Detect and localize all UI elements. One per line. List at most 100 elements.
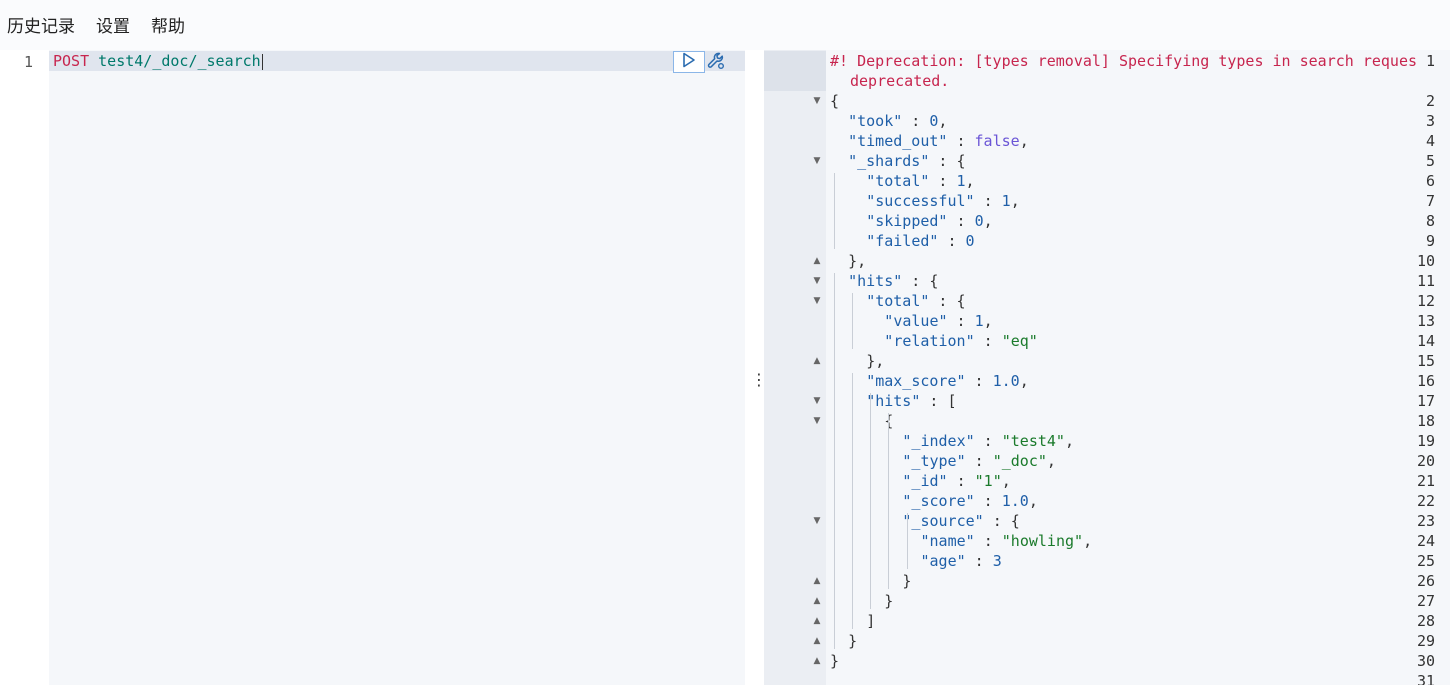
pane-divider[interactable]: ⋮ <box>745 50 767 685</box>
menu-help[interactable]: 帮助 <box>151 16 185 38</box>
response-token: 1 <box>1001 192 1011 210</box>
fold-toggle-icon[interactable]: ▼ <box>812 151 822 171</box>
response-line: "age" : 3 <box>921 551 1002 571</box>
response-token: }, <box>866 352 885 370</box>
fold-toggle-icon[interactable]: ▼ <box>812 291 822 311</box>
response-token: : [ <box>920 392 957 410</box>
request-method: POST <box>53 52 90 70</box>
response-line-number: 24 <box>1416 532 1435 550</box>
response-line-number: 3 <box>1425 112 1435 130</box>
response-line: "_type" : "_doc", <box>902 451 1056 471</box>
response-token: , <box>1064 432 1074 450</box>
response-token: "total" <box>866 172 930 190</box>
unfold-toggle-icon[interactable]: ▲ <box>812 351 822 371</box>
response-token: : { <box>983 512 1020 530</box>
request-actions-button[interactable] <box>705 52 727 74</box>
send-request-button[interactable] <box>673 51 705 73</box>
response-token: "relation" <box>884 332 975 350</box>
response-token: "1" <box>974 472 1002 490</box>
response-line-number: 22 <box>1416 492 1435 510</box>
menu-settings[interactable]: 设置 <box>96 16 130 38</box>
response-token: "total" <box>866 292 930 310</box>
response-token: "took" <box>848 112 903 130</box>
response-line-number: 25 <box>1416 552 1435 570</box>
request-editor[interactable]: 1 POST test4/_doc/_search <box>0 50 745 685</box>
response-line: } <box>902 571 911 591</box>
indent-guide <box>834 173 836 249</box>
unfold-toggle-icon[interactable]: ▲ <box>812 631 822 651</box>
response-token: "eq" <box>1001 332 1038 350</box>
response-token: "successful" <box>866 192 975 210</box>
response-line: "_source" : { <box>902 511 1019 531</box>
response-token: : { <box>929 152 966 170</box>
response-line: "max_score" : 1.0, <box>866 371 1029 391</box>
response-token: "_shards" <box>848 152 930 170</box>
menu-history[interactable]: 历史记录 <box>7 16 75 38</box>
response-line: "_index" : "test4", <box>902 431 1074 451</box>
response-token: } <box>848 632 858 650</box>
response-token: "_id" <box>902 472 948 490</box>
response-line: "timed_out" : false, <box>848 131 1029 151</box>
fold-toggle-icon[interactable]: ▼ <box>812 91 822 111</box>
response-line-number: 29 <box>1416 632 1435 650</box>
response-token: : <box>938 232 966 250</box>
response-output[interactable]: #! Deprecation: [types removal] Specifyi… <box>764 50 1450 685</box>
unfold-toggle-icon[interactable]: ▲ <box>812 591 822 611</box>
indent-guide <box>888 413 890 589</box>
request-line[interactable]: POST test4/_doc/_search <box>53 51 263 71</box>
response-line: "failed" : 0 <box>866 231 974 251</box>
request-editor-area[interactable] <box>49 50 745 685</box>
response-token: : <box>974 492 1002 510</box>
response-token: 3 <box>992 552 1002 570</box>
response-token: : <box>965 552 993 570</box>
response-token: "_index" <box>902 432 975 450</box>
response-token: "failed" <box>866 232 939 250</box>
response-line-number: 2 <box>1425 92 1435 110</box>
response-line-number: 18 <box>1416 412 1435 430</box>
response-line-number: 15 <box>1416 352 1435 370</box>
response-line: }, <box>848 251 866 271</box>
response-line-number: 27 <box>1416 592 1435 610</box>
response-line-number: 23 <box>1416 512 1435 530</box>
response-token: "test4" <box>1001 432 1065 450</box>
indent-guide <box>870 393 872 609</box>
unfold-toggle-icon[interactable]: ▲ <box>812 651 822 671</box>
response-token: : <box>974 532 1002 550</box>
response-line-number: 11 <box>1416 272 1435 290</box>
deprecation-warning-line2: deprecated. <box>850 72 950 90</box>
fold-toggle-icon[interactable]: ▼ <box>812 271 822 291</box>
fold-toggle-icon[interactable]: ▼ <box>812 511 822 531</box>
response-token: , <box>1001 472 1011 490</box>
response-token: false <box>974 132 1020 150</box>
response-token: : <box>947 312 975 330</box>
response-token: : <box>902 112 930 130</box>
response-line: "_score" : 1.0, <box>902 491 1037 511</box>
request-gutter: 1 <box>0 50 49 685</box>
deprecation-warning-line1: #! Deprecation: [types removal] Specifyi… <box>830 52 1417 70</box>
fold-toggle-icon[interactable]: ▼ <box>812 391 822 411</box>
play-icon <box>682 52 696 72</box>
response-token: , <box>1019 372 1029 390</box>
response-token: "_type" <box>902 452 966 470</box>
response-line: "successful" : 1, <box>866 191 1020 211</box>
response-token: , <box>1083 532 1093 550</box>
response-line-number: 1 <box>1425 52 1435 70</box>
unfold-toggle-icon[interactable]: ▲ <box>812 571 822 591</box>
response-token: { <box>830 92 840 110</box>
response-token: "age" <box>920 552 966 570</box>
unfold-toggle-icon[interactable]: ▲ <box>812 251 822 271</box>
response-line: "name" : "howling", <box>921 531 1093 551</box>
response-line-number: 21 <box>1416 472 1435 490</box>
response-line-number: 17 <box>1416 392 1435 410</box>
response-token: : { <box>929 292 966 310</box>
response-token: , <box>1019 132 1029 150</box>
response-token: : <box>974 332 1002 350</box>
response-token: 0 <box>965 232 975 250</box>
fold-toggle-icon[interactable]: ▼ <box>812 411 822 431</box>
request-line-number: 1 <box>23 53 33 71</box>
response-line-number: 6 <box>1425 172 1435 190</box>
response-line: "total" : { <box>866 291 965 311</box>
response-line-number: 5 <box>1425 152 1435 170</box>
unfold-toggle-icon[interactable]: ▲ <box>812 611 822 631</box>
response-line-number: 14 <box>1416 332 1435 350</box>
